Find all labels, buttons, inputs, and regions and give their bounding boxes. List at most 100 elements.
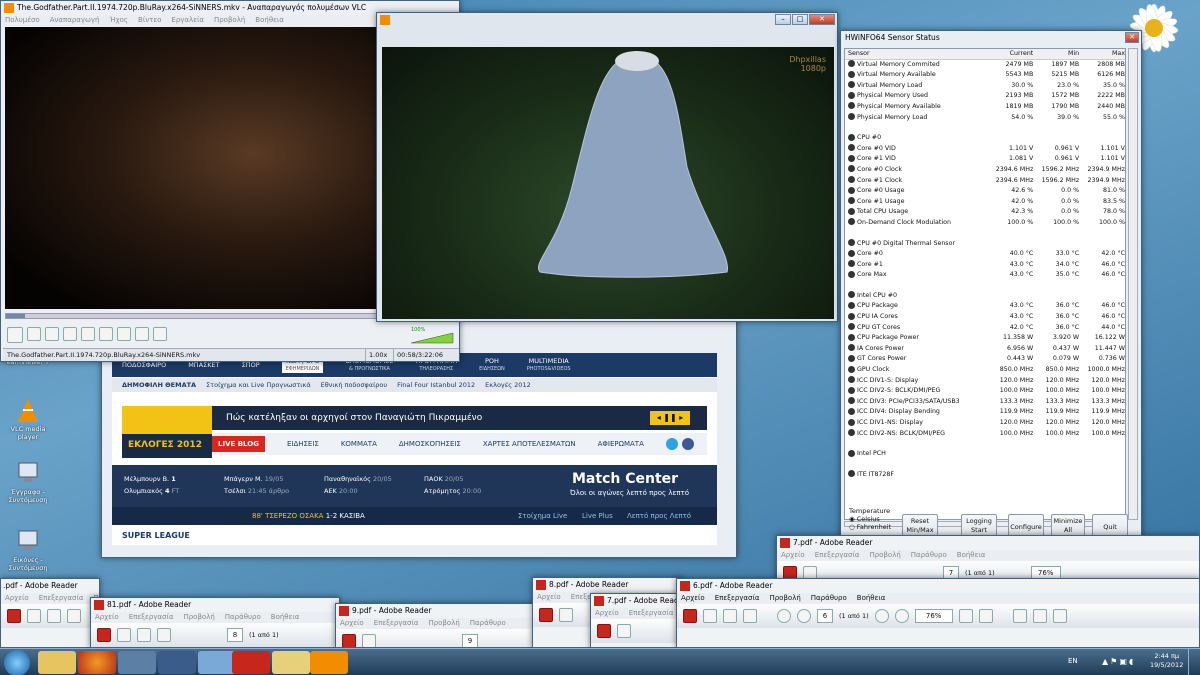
hot-topic-link[interactable]: Final Four Istanbul 2012 (397, 381, 475, 389)
hwinfo-icon[interactable] (158, 651, 196, 674)
close-button[interactable]: ✕ (809, 14, 835, 25)
menu-view[interactable]: Προβολή (214, 15, 245, 26)
table-row[interactable]: Core #1 Usage 42.0 % 0.0 % 83.5 % (845, 197, 1125, 208)
fahrenheit-radio[interactable]: ○ Fahrenheit (849, 523, 891, 531)
share-icon[interactable] (1052, 609, 1067, 623)
menu-view[interactable]: Προβολή (869, 550, 900, 561)
facebook-icon[interactable] (681, 438, 694, 450)
sensor-group-header[interactable]: Intel PCH (845, 449, 1125, 460)
vlc-cone-icon[interactable] (310, 651, 348, 674)
vertical-scrollbar[interactable] (1128, 48, 1138, 520)
explorer-icon[interactable] (38, 651, 76, 674)
live-plus-link[interactable]: Live Plus (582, 507, 613, 525)
menu-help[interactable]: Βοήθεια (271, 612, 300, 623)
subnav-link[interactable]: ΚΟΜΜΑΤΑ (341, 440, 377, 448)
subnav-link[interactable]: ΔΗΜΟΣΚΟΠΗΣΕΙΣ (399, 440, 461, 448)
table-row[interactable]: Core #0 VID 1.101 V 0.961 V 1.101 V (845, 144, 1125, 155)
hot-topic-link[interactable]: Στοίχημα και Live Προγνωστικά (206, 381, 311, 389)
firefox-icon[interactable] (78, 651, 116, 674)
seek-bar[interactable] (5, 313, 379, 319)
table-row[interactable]: ICC DIV2-NS: BCLK/DMI/PEG 100.0 MHz 100.0 … (845, 429, 1125, 440)
zoom-out-icon[interactable] (874, 609, 889, 623)
subnav-link[interactable]: ΕΙΔΗΣΕΙΣ (287, 440, 319, 448)
table-row[interactable]: ICC DIV2-S: BCLK/DMI/PEG 100.0 MHz 100.0 M… (845, 386, 1125, 397)
print-icon[interactable] (47, 609, 61, 623)
menu-window[interactable]: Παράθυρο (911, 550, 947, 561)
table-row[interactable]: GPU Clock 850.0 MHz 850.0 MHz 1000.0 MHz (845, 365, 1125, 376)
page-number-input[interactable]: 8 (227, 628, 243, 642)
full-screen-icon[interactable] (978, 609, 993, 623)
menu-window[interactable]: Παράθυρο (225, 612, 261, 623)
table-row[interactable]: Core #1 Clock 2394.6 MHz 1596.2 MHz 2394.9 … (845, 176, 1125, 187)
headline-pager[interactable]: ◂ ❚❚ ▸ (650, 411, 690, 425)
table-row[interactable]: Core #0 Usage 42.6 % 0.0 % 81.0 % (845, 186, 1125, 197)
zoom-in-icon[interactable] (894, 609, 909, 623)
pdf-icon[interactable] (7, 609, 21, 623)
minute-by-minute-link[interactable]: Λεπτό προς Λεπτό (627, 507, 691, 525)
save-icon[interactable] (703, 609, 717, 623)
celsius-radio[interactable]: ◉ Celsius (849, 515, 891, 523)
menu-help[interactable]: Βοήθεια (957, 550, 986, 561)
bet-live-link[interactable]: Στοίχημα Live (518, 507, 567, 525)
twitter-icon[interactable] (665, 438, 678, 450)
show-desktop-button[interactable] (1188, 649, 1200, 675)
table-row[interactable]: ICC DIV4: Display Bending 119.9 MHz 119.9 … (845, 407, 1125, 418)
playback-time[interactable]: 00:58/3:22:06 (393, 349, 446, 361)
pdf-icon[interactable] (539, 608, 553, 622)
table-row[interactable]: Core #0 Clock 2394.6 MHz 1596.2 MHz 2394.9 … (845, 165, 1125, 176)
maximize-button[interactable]: □ (792, 14, 808, 25)
menu-audio[interactable]: Ήχος (110, 15, 129, 26)
fullscreen-icon[interactable] (81, 327, 95, 341)
pdf-icon[interactable] (597, 624, 611, 638)
column-header[interactable]: Current (985, 49, 1034, 59)
pdf-icon[interactable] (342, 634, 356, 647)
page-number-input[interactable]: 6 (817, 609, 833, 623)
live-blog-button[interactable]: LIVE BLOG (212, 436, 265, 452)
menu-file[interactable]: Αρχείο (95, 612, 119, 623)
table-row[interactable]: Core #1 43.0 °C 34.0 °C 46.0 °C (845, 260, 1125, 271)
hot-topic-link[interactable]: Εθνική ποδοσφαίρου (321, 381, 388, 389)
tray-icons[interactable]: ▲⚑▣◖ (1102, 657, 1135, 666)
minimize-button[interactable]: – (775, 14, 791, 25)
fit-page-icon[interactable] (958, 609, 973, 623)
table-row[interactable]: CPU IA Cores 43.0 °C 36.0 °C 46.0 °C (845, 312, 1125, 323)
table-row[interactable]: Virtual Memory Available 5543 MB 5215 MB 61… (845, 70, 1125, 81)
shuffle-icon[interactable] (153, 327, 167, 341)
column-header[interactable]: Sensor (845, 49, 985, 59)
table-row[interactable]: Core Max 43.0 °C 35.0 °C 46.0 °C (845, 270, 1125, 281)
menu-edit[interactable]: Επεξεργασία (815, 550, 860, 561)
table-row[interactable]: GT Cores Power 0.443 W 0.079 W 0.736 W (845, 354, 1125, 365)
sensor-group-header[interactable]: CPU #0 Digital Thermal Sensor (845, 239, 1125, 250)
clock[interactable]: 2:44 πμ 19/5/2012 (1150, 652, 1183, 670)
menu-file[interactable]: Αρχείο (681, 593, 705, 604)
table-row[interactable]: ICC DIV1-S: Display 120.0 MHz 120.0 MHz 120… (845, 376, 1125, 387)
comment-icon[interactable] (1012, 609, 1027, 623)
print-icon[interactable] (137, 628, 151, 642)
video-frame[interactable]: Dhpxillas 1080p (382, 47, 834, 319)
table-row[interactable]: ICC DIV1-NS: Display 120.0 MHz 120.0 MHz 12… (845, 418, 1125, 429)
nav-football[interactable]: ΠΟΔΟΣΦΑΙΡΟ (122, 361, 166, 369)
start-button[interactable] (4, 650, 30, 675)
playback-speed[interactable]: 1.00x (365, 349, 390, 361)
email-icon[interactable] (743, 609, 757, 623)
match-card[interactable]: ΠΑΟΚ 20/05 Ατρόμητος 20:00 (424, 473, 481, 497)
desktop-icon-documents[interactable]: Έγγραφα - Συντόμευση (6, 460, 50, 504)
page-number-input[interactable]: 9 (462, 634, 478, 647)
menu-edit[interactable]: Επεξεργασία (129, 612, 174, 623)
menu-file[interactable]: Αρχείο (595, 608, 619, 619)
nav-sport[interactable]: ΣΠΟΡ (242, 361, 260, 369)
save-icon[interactable] (27, 609, 41, 623)
table-row[interactable]: On-Demand Clock Modulation 100.0 % 100.0 %… (845, 218, 1125, 229)
column-header[interactable]: Max (1079, 49, 1125, 59)
menu-file[interactable]: Αρχείο (537, 592, 561, 603)
menu-edit[interactable]: Επεξεργασία (715, 593, 760, 604)
match-card[interactable]: Μπάγερν Μ. 19/05 Τσέλσι 21:45 άρθρο (224, 473, 289, 497)
adobe-reader-icon[interactable] (232, 651, 270, 674)
menu-help[interactable]: Βοήθεια (857, 593, 886, 604)
next-icon[interactable] (63, 327, 77, 341)
table-row[interactable]: CPU GT Cores 42.0 °C 36.0 °C 44.0 °C (845, 323, 1125, 334)
sign-icon[interactable] (1032, 609, 1047, 623)
email-icon[interactable] (67, 609, 81, 623)
save-icon[interactable] (617, 624, 631, 638)
email-icon[interactable] (157, 628, 171, 642)
